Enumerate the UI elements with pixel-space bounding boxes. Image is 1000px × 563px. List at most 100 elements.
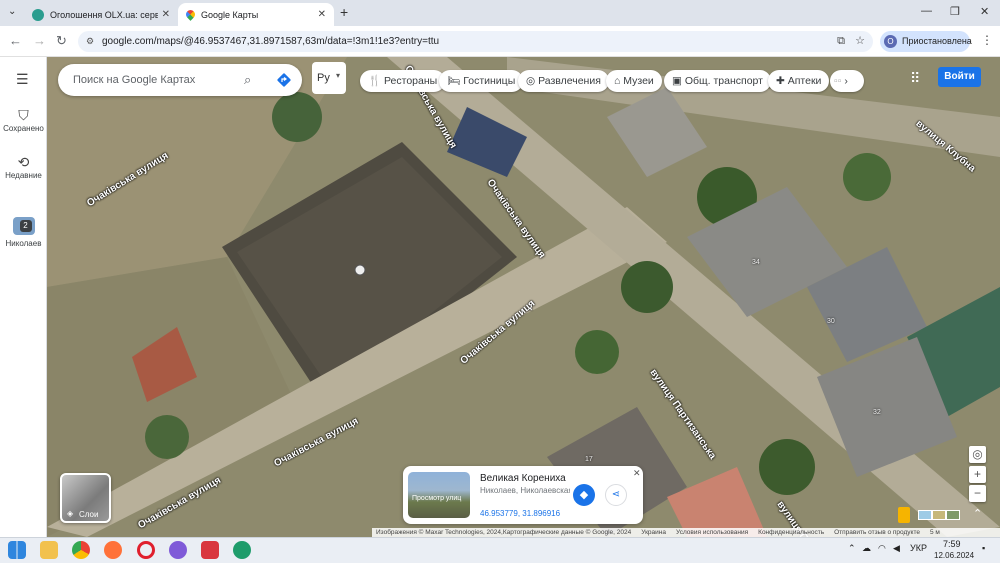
chrome-icon[interactable] <box>72 541 90 559</box>
bus-icon: ▣ <box>672 75 682 87</box>
input-language-button[interactable]: Ру ▾ <box>312 62 346 94</box>
olx-favicon-icon <box>32 8 44 21</box>
museum-icon: ⌂ <box>614 75 621 87</box>
tab-list-dropdown-icon[interactable]: ⌄ <box>8 6 16 17</box>
chevron-right-icon: › <box>844 75 848 87</box>
fork-knife-icon: 🍴 <box>368 75 382 87</box>
viber-icon[interactable] <box>169 541 187 559</box>
house-number: 32 <box>873 409 881 416</box>
close-tab-icon[interactable]: ✕ <box>162 9 170 20</box>
house-number: 30 <box>827 318 835 325</box>
scale-label: 5 м <box>930 529 940 536</box>
chip-label: Аптеки <box>787 75 822 87</box>
browser-tab-strip: ⌄ Оголошення OLX.ua: сервіс оголошень ✕ … <box>0 0 1000 26</box>
site-info-icon[interactable]: ⚙ <box>86 31 94 52</box>
new-tab-button[interactable]: + <box>340 4 348 20</box>
map-type-thumb-3[interactable] <box>946 510 960 520</box>
overflow-icon: ▫▫ <box>834 75 842 87</box>
rail-saved[interactable]: ⛉ Сохранено <box>0 107 47 133</box>
house-number: 34 <box>752 259 760 266</box>
place-info-card[interactable]: Просмотр улиц Великая Корениха Николаев,… <box>403 466 643 524</box>
attribution-bar: Изображения © Maxar Technologies, 2024,К… <box>372 528 1000 537</box>
map-type-thumb-2[interactable] <box>932 510 946 520</box>
apps-grid-icon[interactable]: ⠿ <box>910 70 920 87</box>
search-input[interactable]: Поиск на Google Картах ⌕ <box>58 64 302 96</box>
maximize-icon[interactable]: ❐ <box>950 5 960 18</box>
street-view-label: Просмотр улиц <box>412 495 462 502</box>
firefox-icon[interactable] <box>104 541 122 559</box>
reload-icon[interactable]: ↻ <box>56 33 67 49</box>
bookmark-star-icon[interactable]: ☆ <box>855 31 865 52</box>
keyboard-language[interactable]: УКР <box>910 543 927 553</box>
chip-more[interactable]: ▫▫ › <box>830 70 864 92</box>
satellite-imagery <box>47 57 1000 537</box>
history-icon: ⟲ <box>17 154 30 170</box>
hamburger-menu-icon[interactable]: ☰ <box>16 71 29 88</box>
back-icon[interactable]: ← <box>9 33 22 48</box>
chip-hotels[interactable]: 🛏 Гостиницы <box>439 70 524 92</box>
notification-icon[interactable]: ▪ <box>982 543 985 553</box>
recent-count-badge: 2 <box>19 220 32 232</box>
privacy-link[interactable]: Конфиденциальность <box>758 528 824 537</box>
cloud-icon[interactable]: ☁ <box>862 543 871 554</box>
map-type-thumb-1[interactable] <box>918 510 932 520</box>
close-icon[interactable]: ✕ <box>633 468 641 479</box>
profile-button[interactable]: O Приостановлена <box>880 31 972 52</box>
pegman-icon[interactable] <box>898 507 910 523</box>
rail-recent-place[interactable]: 2 Николаев <box>0 217 47 248</box>
clock-date[interactable]: 12.06.2024 <box>934 551 974 560</box>
volume-icon[interactable]: ◀ <box>893 543 900 554</box>
tab-google-maps[interactable]: Google Карты ✕ <box>178 3 334 26</box>
language-label: Ру <box>317 72 330 84</box>
install-app-icon[interactable]: ⧉ <box>837 31 845 52</box>
chip-label: Общ. транспорт <box>684 75 763 87</box>
directions-button[interactable] <box>276 72 292 88</box>
satellite-map[interactable]: Очаківська вулиця Очаківська вулиця Очак… <box>47 57 1000 537</box>
expand-icon[interactable]: ⌃ <box>973 507 982 520</box>
pharmacy-icon: ✚ <box>776 75 785 87</box>
signin-button[interactable]: Войти <box>938 67 981 87</box>
my-location-icon[interactable]: ◎ <box>969 446 986 463</box>
chip-restaurants[interactable]: 🍴 Рестораны <box>360 70 446 92</box>
opera-icon[interactable] <box>137 541 155 559</box>
file-explorer-icon[interactable] <box>40 541 58 559</box>
layers-label: Слои <box>79 510 99 519</box>
chip-label: Гостиницы <box>463 75 516 87</box>
terms-link[interactable]: Условия использования <box>676 528 748 537</box>
search-icon[interactable]: ⌕ <box>244 64 251 96</box>
chip-entertainment[interactable]: ◎ Развлечения <box>518 70 609 92</box>
share-icon[interactable]: ⋖ <box>605 484 627 506</box>
tab-olx[interactable]: Оголошення OLX.ua: сервіс оголошень ✕ <box>24 3 178 26</box>
place-coordinates[interactable]: 46.953779, 31.896916 <box>480 509 560 518</box>
chip-museums[interactable]: ⌂ Музеи <box>606 70 662 92</box>
close-tab-icon[interactable]: ✕ <box>318 9 326 20</box>
chip-label: Рестораны <box>384 75 438 87</box>
directions-icon[interactable]: ◆ <box>573 484 595 506</box>
rail-recent[interactable]: ⟲ Недавние <box>0 154 47 180</box>
start-icon[interactable] <box>8 541 26 559</box>
address-bar[interactable]: ⚙ google.com/maps/@46.9537467,31.8971587… <box>78 31 873 52</box>
anydesk-icon[interactable] <box>201 541 219 559</box>
profile-avatar-icon: O <box>884 35 897 48</box>
chrome-profile-icon[interactable] <box>233 541 251 559</box>
chip-transit[interactable]: ▣ Общ. транспорт <box>664 70 771 92</box>
camera-icon: ◎ <box>526 75 536 87</box>
browser-menu-icon[interactable]: ⋮ <box>981 33 993 47</box>
search-placeholder: Поиск на Google Картах <box>73 74 196 86</box>
profile-status-label: Приостановлена <box>902 36 972 46</box>
street-view-thumbnail[interactable]: Просмотр улиц <box>408 472 470 518</box>
tray-chevron-icon[interactable]: ⌃ <box>848 543 856 554</box>
country-link[interactable]: Украина <box>641 528 666 537</box>
minimize-icon[interactable]: — <box>921 5 932 17</box>
forward-icon[interactable]: → <box>33 33 46 48</box>
rail-place-label: Николаев <box>5 239 42 248</box>
zoom-out-button[interactable]: − <box>969 485 986 502</box>
feedback-link[interactable]: Отправить отзыв о продукте <box>834 528 920 537</box>
clock-time[interactable]: 7:59 <box>943 539 961 549</box>
chip-pharmacies[interactable]: ✚ Аптеки <box>768 70 830 92</box>
wifi-icon[interactable]: ◠ <box>878 543 886 554</box>
zoom-in-button[interactable]: + <box>969 466 986 483</box>
url-text: google.com/maps/@46.9537467,31.8971587,6… <box>102 36 440 47</box>
close-window-icon[interactable]: ✕ <box>980 5 989 18</box>
layers-button[interactable]: ◈ Слои <box>60 473 111 523</box>
